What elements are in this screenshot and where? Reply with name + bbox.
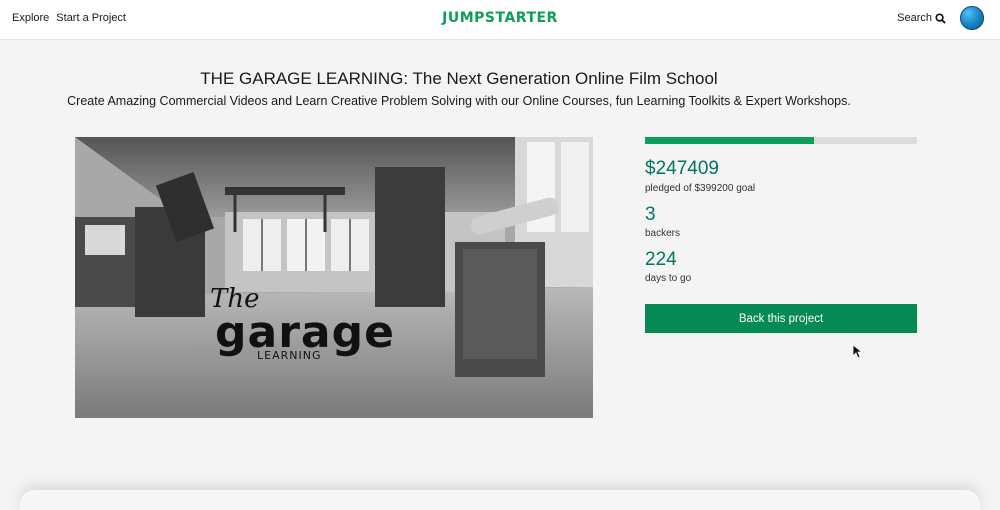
back-project-button[interactable]: Back this project: [645, 304, 917, 333]
funding-progress-bar: [645, 137, 917, 144]
mouse-pointer-icon: [853, 345, 863, 359]
content-panel-edge: [20, 490, 980, 510]
pledged-amount: $247409: [645, 158, 719, 179]
search-label: Search: [897, 12, 932, 24]
pledged-label: pledged of $399200 goal: [645, 183, 756, 194]
project-title: THE GARAGE LEARNING: The Next Generation…: [200, 69, 718, 88]
funding-progress-fill: [645, 137, 814, 144]
search-icon: [935, 12, 946, 24]
studio-photo: The garage LEARNING: [75, 137, 593, 418]
logo-sub-text: LEARNING: [257, 349, 321, 362]
jumpstarter-logo[interactable]: JUMPSTARTER: [0, 10, 1000, 26]
backers-count: 3: [645, 204, 656, 225]
backers-label: backers: [645, 228, 681, 239]
days-label: days to go: [645, 273, 692, 284]
days-remaining: 224: [645, 249, 677, 270]
top-navigation-bar: Explore Start a Project JUMPSTARTER Sear…: [0, 0, 1000, 40]
project-hero-image[interactable]: The garage LEARNING: [75, 137, 593, 418]
search-button[interactable]: Search: [897, 12, 946, 24]
project-subtitle: Create Amazing Commercial Videos and Lea…: [67, 94, 851, 108]
user-avatar[interactable]: [960, 6, 984, 30]
